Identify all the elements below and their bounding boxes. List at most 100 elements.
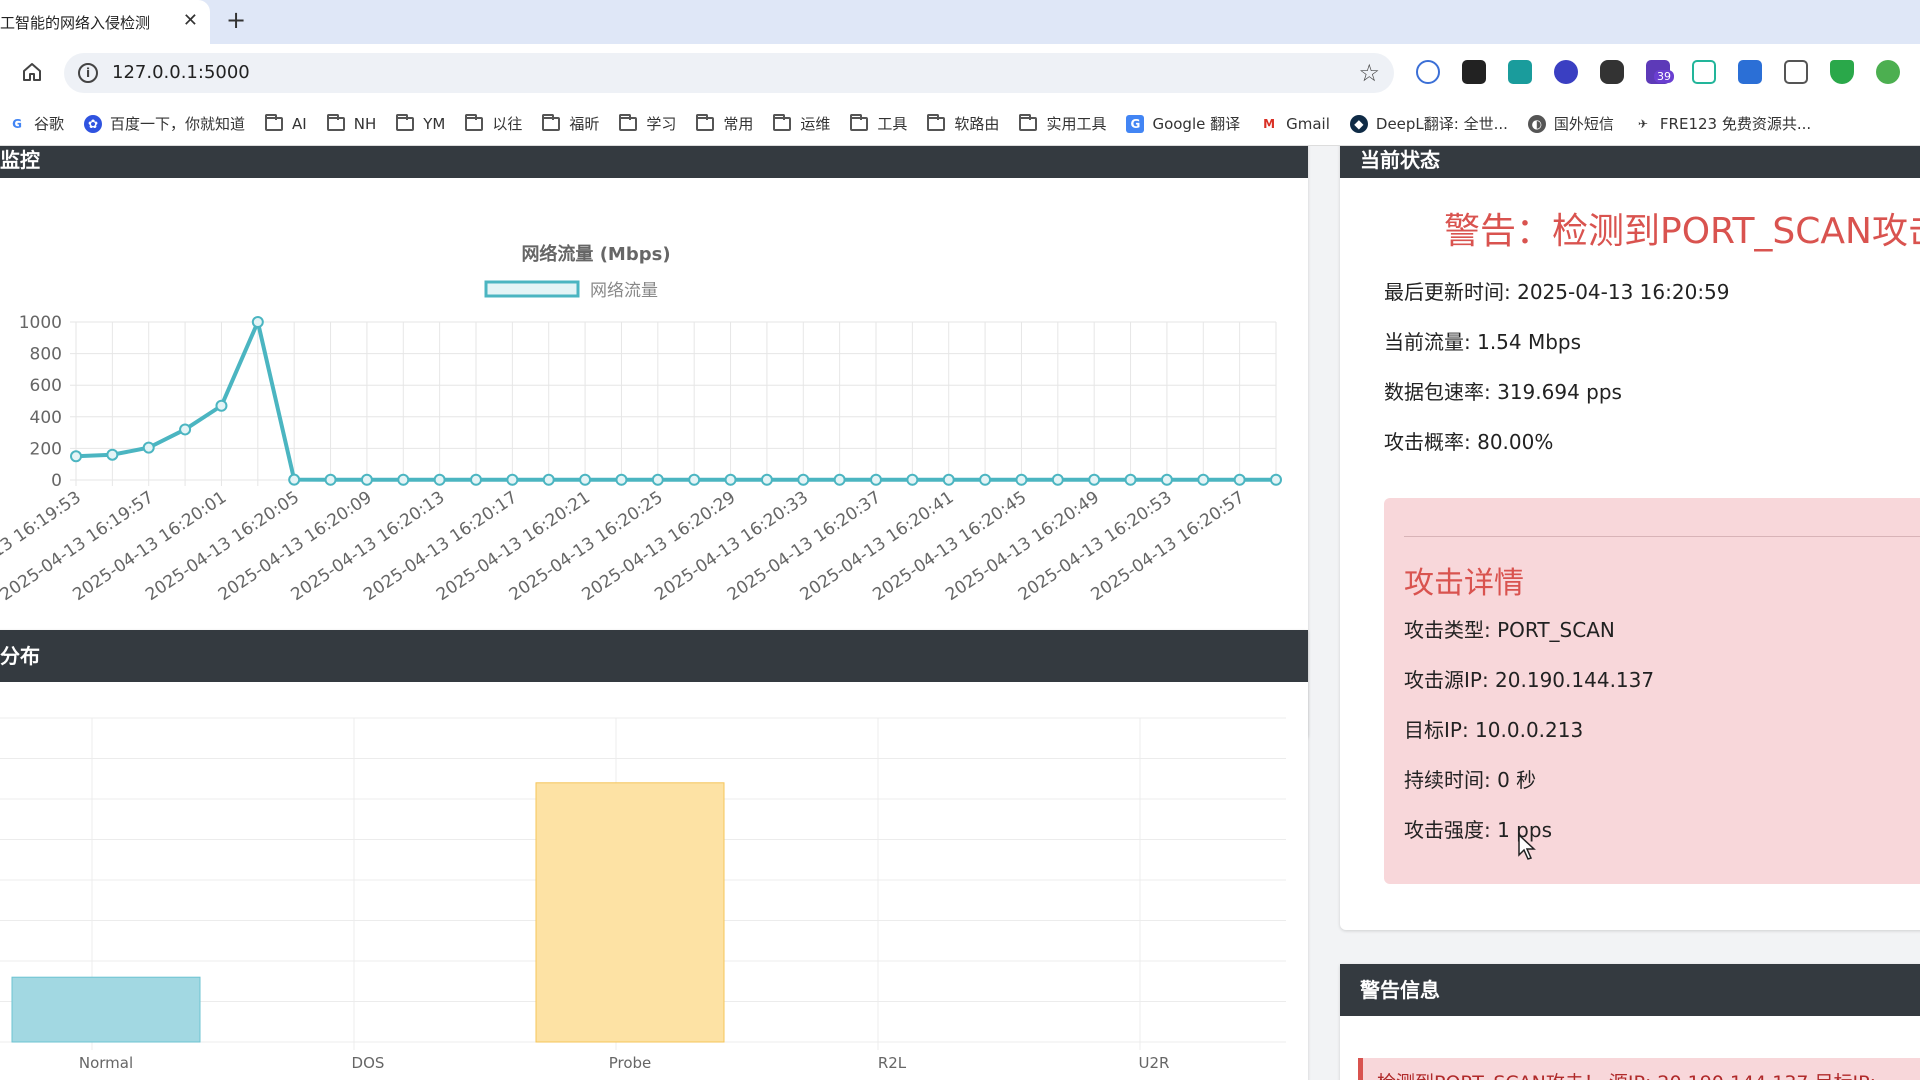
details-divider bbox=[1404, 536, 1920, 537]
data-point bbox=[1051, 473, 1064, 486]
dark-extension-icon[interactable] bbox=[1462, 60, 1486, 84]
x-tick-label: DOS bbox=[352, 1054, 385, 1072]
blue-extension-icon[interactable] bbox=[1738, 60, 1762, 84]
attack-distribution-bar-chart: Normal DOS Probe R2L U2R bbox=[0, 717, 1286, 1072]
data-point bbox=[651, 473, 664, 486]
data-point bbox=[615, 473, 628, 486]
new-tab-button[interactable]: + bbox=[226, 6, 246, 34]
address-bar[interactable]: i 127.0.0.1:5000 ☆ bbox=[64, 53, 1394, 93]
mouse-cursor-icon bbox=[1518, 834, 1536, 860]
data-point bbox=[906, 473, 919, 486]
folder-icon bbox=[265, 113, 284, 131]
folder-icon bbox=[927, 113, 946, 131]
badge-extension-icon[interactable]: 39 bbox=[1646, 60, 1674, 84]
data-point bbox=[288, 473, 301, 486]
data-point bbox=[979, 473, 992, 486]
home-icon[interactable] bbox=[20, 60, 44, 84]
bookmark-folder-utilities[interactable]: 实用工具 bbox=[1019, 113, 1106, 134]
bookmark-sms[interactable]: ◐ 国外短信 bbox=[1527, 113, 1614, 134]
folder-icon bbox=[465, 113, 484, 131]
bookmarks-bar: G 谷歌 ✿ 百度一下，你就知道 AI NH YM 以往 福昕 学习 常用 运维 工… bbox=[0, 102, 1920, 146]
bookmark-folder-nh[interactable]: NH bbox=[326, 113, 376, 133]
folder-icon bbox=[542, 113, 561, 131]
data-point bbox=[1124, 473, 1137, 486]
bookmark-google[interactable]: G 谷歌 bbox=[8, 113, 64, 134]
data-point bbox=[797, 473, 810, 486]
data-point bbox=[1015, 473, 1028, 486]
attack-probability: 攻击概率: 80.00% bbox=[1384, 430, 1554, 454]
y-tick-label: 600 bbox=[30, 376, 62, 396]
y-tick-label: 1000 bbox=[19, 313, 62, 333]
attack-details-title: 攻击详情 bbox=[1404, 566, 1524, 601]
bookmark-star-icon[interactable]: ☆ bbox=[1358, 59, 1380, 87]
globe-extension-icon[interactable] bbox=[1876, 60, 1900, 84]
data-point bbox=[1197, 473, 1210, 486]
browser-tab[interactable]: 工智能的网络入侵检测 ✕ bbox=[0, 0, 210, 44]
legend-label: 网络流量 bbox=[590, 281, 658, 301]
bookmark-folder-foxit[interactable]: 福昕 bbox=[542, 113, 599, 134]
teal-extension-icon[interactable] bbox=[1692, 60, 1716, 84]
alert-item: 检测到PORT_SCAN攻击！ 源IP: 20.190.144.137 目标IP… bbox=[1358, 1058, 1920, 1080]
x-tick-label: R2L bbox=[878, 1054, 907, 1072]
data-point bbox=[324, 473, 337, 486]
folder-icon bbox=[696, 113, 715, 131]
bookmark-google-translate[interactable]: G Google 翻译 bbox=[1126, 113, 1240, 134]
data-point bbox=[1160, 473, 1173, 486]
data-point bbox=[215, 399, 228, 412]
x-tick-label: Probe bbox=[609, 1054, 652, 1072]
bookmark-folder-ops[interactable]: 运维 bbox=[773, 113, 830, 134]
bar-normal bbox=[11, 976, 201, 1043]
close-tab-icon[interactable]: ✕ bbox=[183, 10, 198, 31]
bookmark-fre123[interactable]: ✈ FRE123 免费资源共... bbox=[1633, 113, 1811, 134]
bookmark-folder-study[interactable]: 学习 bbox=[619, 113, 676, 134]
data-point bbox=[179, 423, 192, 436]
gmail-icon: M bbox=[1260, 114, 1279, 133]
data-point bbox=[942, 473, 955, 486]
sms-icon: ◐ bbox=[1527, 114, 1546, 133]
url-text[interactable]: 127.0.0.1:5000 bbox=[112, 62, 250, 83]
translate-icon: G bbox=[1126, 114, 1145, 133]
deepl-icon: ◆ bbox=[1349, 114, 1368, 133]
traffic-line-chart: 网络流量 (Mbps)网络流量020040060080010002025-04-… bbox=[0, 243, 1282, 605]
bookmark-folder-common[interactable]: 常用 bbox=[696, 113, 753, 134]
attack-source-ip: 攻击源IP: 20.190.144.137 bbox=[1404, 668, 1655, 692]
attack-warning-title: 警告：检测到PORT_SCAN攻击 bbox=[1444, 211, 1920, 252]
chart-title: 网络流量 (Mbps) bbox=[521, 243, 670, 265]
site-info-icon[interactable]: i bbox=[78, 63, 98, 83]
baidu-paw-icon: ✿ bbox=[84, 114, 103, 133]
hand-extension-icon[interactable] bbox=[1416, 60, 1440, 84]
x-tick-label: Normal bbox=[79, 1054, 133, 1072]
attack-type: 攻击类型: PORT_SCAN bbox=[1404, 618, 1615, 642]
data-point bbox=[142, 441, 155, 454]
shield-extension-icon[interactable] bbox=[1830, 60, 1854, 84]
bookmark-folder-ai[interactable]: AI bbox=[265, 113, 307, 133]
alert-messages-card: 警告信息 检测到PORT_SCAN攻击！ 源IP: 20.190.144.137… bbox=[1340, 964, 1920, 1080]
swirl-extension-icon[interactable] bbox=[1554, 60, 1578, 84]
alert-card-header: 警告信息 bbox=[1340, 964, 1920, 1016]
bookmark-folder-tools[interactable]: 工具 bbox=[850, 113, 907, 134]
data-point bbox=[579, 473, 592, 486]
legend-swatch bbox=[484, 280, 580, 298]
folder-icon bbox=[619, 113, 638, 131]
bookmark-gmail[interactable]: M Gmail bbox=[1260, 114, 1330, 133]
bookmark-deepl[interactable]: ◆ DeepL翻译: 全世... bbox=[1349, 113, 1508, 134]
bookmark-folder-router[interactable]: 软路由 bbox=[927, 113, 999, 134]
packet-rate: 数据包速率: 319.694 pps bbox=[1384, 380, 1622, 404]
copy-extension-icon[interactable] bbox=[1784, 60, 1808, 84]
bookmark-folder-yiwang[interactable]: 以往 bbox=[465, 113, 522, 134]
folder-icon bbox=[396, 113, 415, 131]
bookmark-folder-ym[interactable]: YM bbox=[396, 113, 445, 133]
data-point bbox=[106, 448, 119, 461]
bookmark-baidu[interactable]: ✿ 百度一下，你就知道 bbox=[84, 113, 245, 134]
fre123-icon: ✈ bbox=[1633, 114, 1652, 133]
folder-icon bbox=[850, 113, 869, 131]
data-point bbox=[360, 473, 373, 486]
data-point bbox=[542, 473, 555, 486]
tab-title: 工智能的网络入侵检测 bbox=[0, 13, 151, 32]
data-point bbox=[433, 473, 446, 486]
distribution-card-header: 分布 bbox=[0, 630, 1308, 682]
data-point bbox=[760, 473, 773, 486]
mask-extension-icon[interactable] bbox=[1600, 60, 1624, 84]
plus-extension-icon[interactable] bbox=[1508, 60, 1532, 84]
tab-strip: 工智能的网络入侵检测 ✕ + bbox=[0, 0, 1920, 44]
